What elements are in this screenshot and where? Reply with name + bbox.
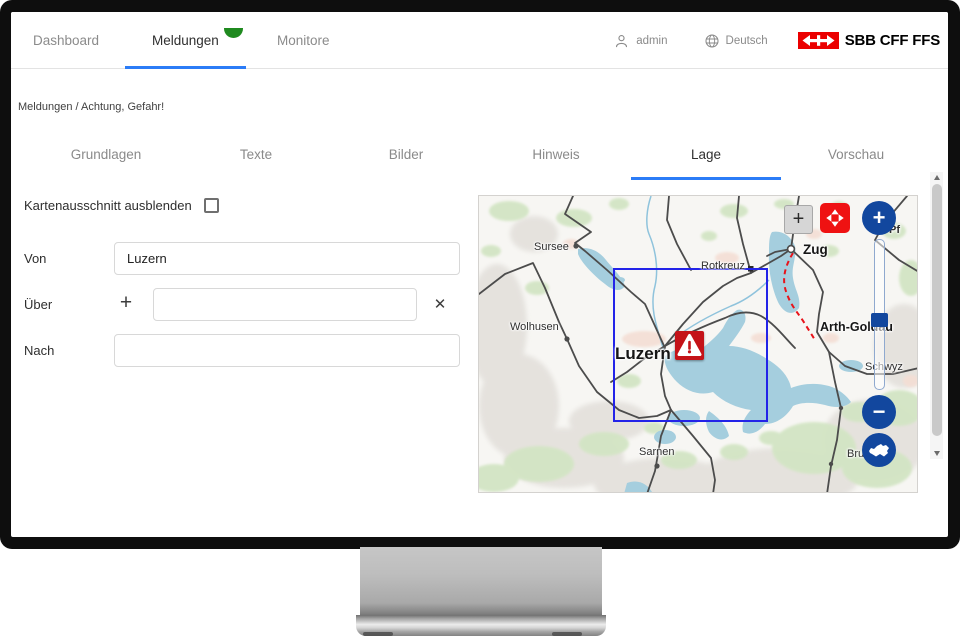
zoom-slider-handle[interactable] bbox=[871, 313, 888, 327]
page: Dashboard Meldungen Monitore bbox=[0, 0, 960, 638]
plus-icon: + bbox=[793, 208, 805, 231]
to-label: Nach bbox=[24, 343, 54, 358]
nav-label: Monitore bbox=[277, 33, 330, 48]
clear-via-button[interactable]: ✕ bbox=[431, 295, 449, 313]
tab-bilder[interactable]: Bilder bbox=[331, 137, 481, 171]
stand-foot bbox=[552, 632, 582, 636]
monitor-stand-base bbox=[356, 615, 606, 636]
page-scrollbar[interactable] bbox=[930, 172, 943, 459]
user-name: admin bbox=[636, 35, 667, 47]
chevron-down-icon bbox=[224, 28, 243, 38]
tab-label: Texte bbox=[240, 147, 272, 162]
tab-texte[interactable]: Texte bbox=[181, 137, 331, 171]
brand-logo: SBB CFF FFS bbox=[798, 32, 940, 49]
monitor-bezel: Dashboard Meldungen Monitore bbox=[0, 0, 960, 549]
hide-map-row: Kartenausschnitt ausblenden bbox=[24, 198, 219, 213]
language-label: Deutsch bbox=[726, 35, 768, 47]
language-menu[interactable]: Deutsch bbox=[704, 33, 768, 49]
via-label: Über bbox=[24, 297, 52, 312]
tab-bar: Grundlagen Texte Bilder Hinweis Lage Vor… bbox=[31, 137, 931, 171]
tab-hinweis[interactable]: Hinweis bbox=[481, 137, 631, 171]
scrollbar-thumb[interactable] bbox=[932, 184, 942, 436]
to-input[interactable] bbox=[114, 334, 460, 367]
scrollbar-down-arrow[interactable] bbox=[930, 448, 943, 459]
hide-map-checkbox[interactable] bbox=[204, 198, 219, 213]
monitor-stand bbox=[360, 547, 602, 617]
active-tab-underline bbox=[631, 177, 781, 180]
warning-marker[interactable] bbox=[675, 331, 704, 360]
via-input[interactable] bbox=[153, 288, 417, 321]
zoom-in-button[interactable]: + bbox=[862, 201, 896, 235]
tab-label: Lage bbox=[691, 147, 721, 162]
tab-vorschau[interactable]: Vorschau bbox=[781, 137, 931, 171]
nav-label: Dashboard bbox=[33, 33, 99, 48]
from-input[interactable] bbox=[114, 242, 460, 275]
scrollbar-up-arrow[interactable] bbox=[930, 172, 943, 183]
active-nav-underline bbox=[125, 66, 246, 69]
tab-label: Hinweis bbox=[532, 147, 579, 162]
from-label: Von bbox=[24, 251, 46, 266]
tab-lage[interactable]: Lage bbox=[631, 137, 781, 171]
navbar-right: admin Deutsch bbox=[613, 12, 940, 69]
nav-item-monitore[interactable]: Monitore bbox=[277, 12, 330, 69]
browser-viewport: Dashboard Meldungen Monitore bbox=[11, 12, 948, 537]
user-menu[interactable]: admin bbox=[613, 32, 667, 50]
tab-label: Grundlagen bbox=[71, 147, 142, 162]
secondary-zoom-in-button[interactable]: + bbox=[784, 205, 813, 234]
tab-label: Vorschau bbox=[828, 147, 884, 162]
brand-name: SBB CFF FFS bbox=[845, 32, 940, 49]
warning-triangle-icon bbox=[675, 331, 704, 360]
breadcrumb: Meldungen / Achtung, Gefahr! bbox=[18, 101, 164, 113]
nav-item-dashboard[interactable]: Dashboard bbox=[33, 12, 99, 69]
tab-label: Bilder bbox=[389, 147, 424, 162]
add-via-button[interactable]: + bbox=[117, 294, 135, 312]
plus-icon: + bbox=[873, 207, 886, 229]
move-arrows-icon bbox=[824, 207, 846, 229]
stand-foot bbox=[363, 632, 393, 636]
pan-extent-button[interactable] bbox=[820, 203, 850, 233]
reset-extent-button[interactable] bbox=[862, 433, 896, 467]
user-icon bbox=[613, 32, 630, 50]
zoom-out-button[interactable]: − bbox=[862, 395, 896, 429]
hide-map-label: Kartenausschnitt ausblenden bbox=[24, 198, 192, 213]
minus-icon: − bbox=[873, 401, 886, 423]
map-container: Sursee Wolhusen Luzern Rotkreuz Zug Arth… bbox=[478, 195, 918, 493]
nav-item-meldungen[interactable]: Meldungen bbox=[152, 12, 243, 69]
nav-label: Meldungen bbox=[152, 33, 219, 48]
globe-icon bbox=[704, 33, 720, 49]
switzerland-icon bbox=[869, 444, 889, 457]
tab-grundlagen[interactable]: Grundlagen bbox=[31, 137, 181, 171]
top-navbar: Dashboard Meldungen Monitore bbox=[11, 12, 948, 69]
sbb-logo-icon bbox=[798, 32, 839, 49]
